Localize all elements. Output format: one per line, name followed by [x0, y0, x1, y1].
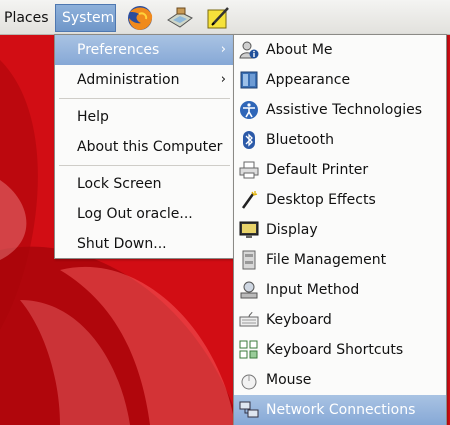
menu-item-label: Keyboard [266, 312, 332, 328]
menu-item-about-this-computer[interactable]: About this Computer [55, 132, 234, 162]
menu-item-label: Help [77, 109, 109, 125]
menu-item-label: Lock Screen [77, 176, 162, 192]
submenu-arrow-icon: › [220, 42, 226, 57]
menu-item-label: Keyboard Shortcuts [266, 342, 404, 358]
menu-item-label: Mouse [266, 372, 312, 388]
menu-item-label: Default Printer [266, 162, 369, 178]
menu-item-help[interactable]: Help [55, 102, 234, 132]
bluetooth-icon [243, 131, 255, 149]
preferences-submenu: About Me Appearance Assistive Technologi… [233, 34, 447, 425]
note-editor-icon[interactable] [203, 3, 233, 33]
menu-item-preferences[interactable]: Preferences › [55, 35, 234, 65]
file-management-icon [242, 250, 256, 270]
menu-item-file-management[interactable]: File Management [234, 245, 446, 275]
keyboard-icon [239, 311, 259, 327]
menu-item-assistive-technologies[interactable]: Assistive Technologies [234, 95, 446, 125]
network-connections-icon [239, 401, 259, 418]
places-menu[interactable]: Places [0, 6, 53, 30]
menu-item-label: Desktop Effects [266, 192, 376, 208]
menu-item-display[interactable]: Display [234, 215, 446, 245]
display-icon [239, 221, 259, 238]
firefox-icon[interactable] [125, 3, 155, 33]
printer-icon [239, 161, 259, 179]
submenu-arrow-icon: › [220, 72, 226, 87]
menu-item-label: About Me [266, 42, 333, 58]
menu-item-label: Network Connections [266, 402, 416, 418]
menu-item-administration[interactable]: Administration › [55, 65, 234, 95]
menu-item-network-connections[interactable]: Network Connections [234, 395, 446, 425]
menu-item-default-printer[interactable]: Default Printer [234, 155, 446, 185]
menu-item-label: Appearance [266, 72, 351, 88]
menu-separator [59, 165, 230, 166]
menu-item-desktop-effects[interactable]: Desktop Effects [234, 185, 446, 215]
menu-item-label: About this Computer [77, 139, 223, 155]
menu-item-shut-down[interactable]: Shut Down... [55, 229, 234, 259]
accessibility-icon [240, 101, 258, 119]
menu-item-label: Display [266, 222, 318, 238]
menu-item-appearance[interactable]: Appearance [234, 65, 446, 95]
network-places-icon[interactable] [165, 3, 195, 33]
menu-item-label: Shut Down... [77, 236, 167, 252]
menu-item-about-me[interactable]: About Me [234, 35, 446, 65]
menu-item-keyboard[interactable]: Keyboard [234, 305, 446, 335]
system-menu-button[interactable]: System [55, 4, 116, 32]
menu-item-label: Bluetooth [266, 132, 334, 148]
mouse-icon [241, 374, 257, 390]
top-panel: Places System [0, 0, 450, 35]
menu-item-input-method[interactable]: Input Method [234, 275, 446, 305]
menu-item-label: Log Out oracle... [77, 206, 193, 222]
about-me-icon [239, 41, 259, 59]
appearance-icon [240, 71, 258, 89]
menu-item-label: Assistive Technologies [266, 102, 423, 118]
menu-item-label: File Management [266, 252, 387, 268]
menu-item-keyboard-shortcuts[interactable]: Keyboard Shortcuts [234, 335, 446, 365]
menu-item-mouse[interactable]: Mouse [234, 365, 446, 395]
menu-item-lock-screen[interactable]: Lock Screen [55, 169, 234, 199]
input-method-icon [240, 281, 258, 299]
menu-item-label: Preferences [77, 42, 160, 58]
menu-item-log-out[interactable]: Log Out oracle... [55, 199, 234, 229]
menu-separator [59, 98, 230, 99]
system-dropdown-menu: Preferences › Administration › Help Abou… [54, 34, 235, 259]
keyboard-shortcuts-icon [239, 340, 258, 359]
menu-item-bluetooth[interactable]: Bluetooth [234, 125, 446, 155]
menu-item-label: Administration [77, 72, 180, 88]
menu-item-label: Input Method [266, 282, 360, 298]
desktop-effects-icon [241, 191, 258, 209]
